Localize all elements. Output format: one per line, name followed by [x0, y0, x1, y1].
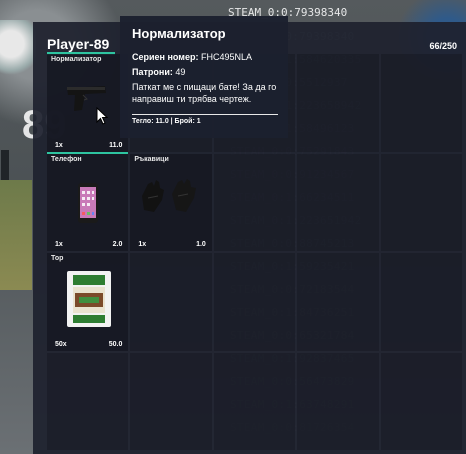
- inventory-weight: 66/250: [429, 41, 457, 51]
- slot-label: Тор: [51, 255, 64, 262]
- inventory-slot-20[interactable]: [380, 352, 462, 450]
- player-name: Player-89: [47, 36, 110, 52]
- item-tooltip: Нормализатор Сериен номер: FHC495NLA Пат…: [120, 16, 288, 138]
- tooltip-ammo: Патрони: 49: [132, 67, 185, 77]
- slot-quantity: 1x: [55, 141, 63, 149]
- inventory-slot-13[interactable]: [213, 253, 296, 351]
- ammo-label: Патрони:: [132, 67, 173, 77]
- inventory-slot-6[interactable]: Телефон 1x 2.0: [47, 153, 129, 251]
- inventory-slot-1[interactable]: Нормализатор 1x 11.0: [47, 54, 129, 154]
- inventory-slot-9[interactable]: [297, 153, 379, 251]
- world-bush: [0, 180, 32, 290]
- slot-label: Ръкавици: [134, 155, 169, 163]
- inventory-slot-4[interactable]: [297, 54, 379, 152]
- world-object: [0, 20, 36, 80]
- slot-weight: 11.0: [109, 141, 123, 149]
- tooltip-serial: Сериен номер: FHC495NLA: [132, 52, 252, 62]
- inventory-slot-12[interactable]: [130, 253, 212, 351]
- fertilizer-bag-icon: [67, 271, 111, 327]
- inventory-slot-15[interactable]: [380, 253, 462, 351]
- inventory-slot-17[interactable]: [130, 352, 212, 450]
- serial-label: Сериен номер:: [132, 52, 199, 62]
- tooltip-footer: Тегло: 11.0 | Брой: 1: [132, 118, 201, 125]
- inventory-slot-5[interactable]: [380, 54, 462, 152]
- inventory-slot-19[interactable]: [297, 352, 379, 450]
- slot-quantity: 1x: [138, 241, 147, 248]
- slot-weight: 50.0: [108, 340, 123, 348]
- inventory-slot-14[interactable]: [297, 253, 379, 351]
- serial-value: FHC495NLA: [200, 52, 252, 62]
- ammo-value: 49: [175, 67, 186, 77]
- slot-label: Телефон: [51, 155, 82, 163]
- inventory-slot-16[interactable]: [47, 352, 129, 450]
- slot-weight: 2.0: [112, 241, 123, 248]
- inventory-slot-18[interactable]: [213, 352, 296, 450]
- inventory-slot-7[interactable]: Ръкавици 1x 1.0: [130, 153, 212, 251]
- gloves-icon: [142, 178, 197, 212]
- tooltip-divider: [132, 114, 278, 115]
- tooltip-title: Нормализатор: [132, 26, 226, 41]
- phone-icon: [78, 182, 98, 223]
- inventory-slot-8[interactable]: [213, 153, 296, 251]
- mouse-cursor-icon: [96, 107, 108, 125]
- slot-weight: 1.0: [196, 241, 206, 248]
- tooltip-description: Паткат ме с пищаци бате! За да го направ…: [132, 82, 277, 104]
- inventory-slot-10[interactable]: [380, 153, 462, 251]
- slot-quantity: 50x: [55, 340, 67, 348]
- slot-quantity: 1x: [55, 241, 63, 248]
- slot-label: Нормализатор: [51, 56, 102, 63]
- inventory-slot-11[interactable]: Тор 50x 50.0: [47, 253, 129, 351]
